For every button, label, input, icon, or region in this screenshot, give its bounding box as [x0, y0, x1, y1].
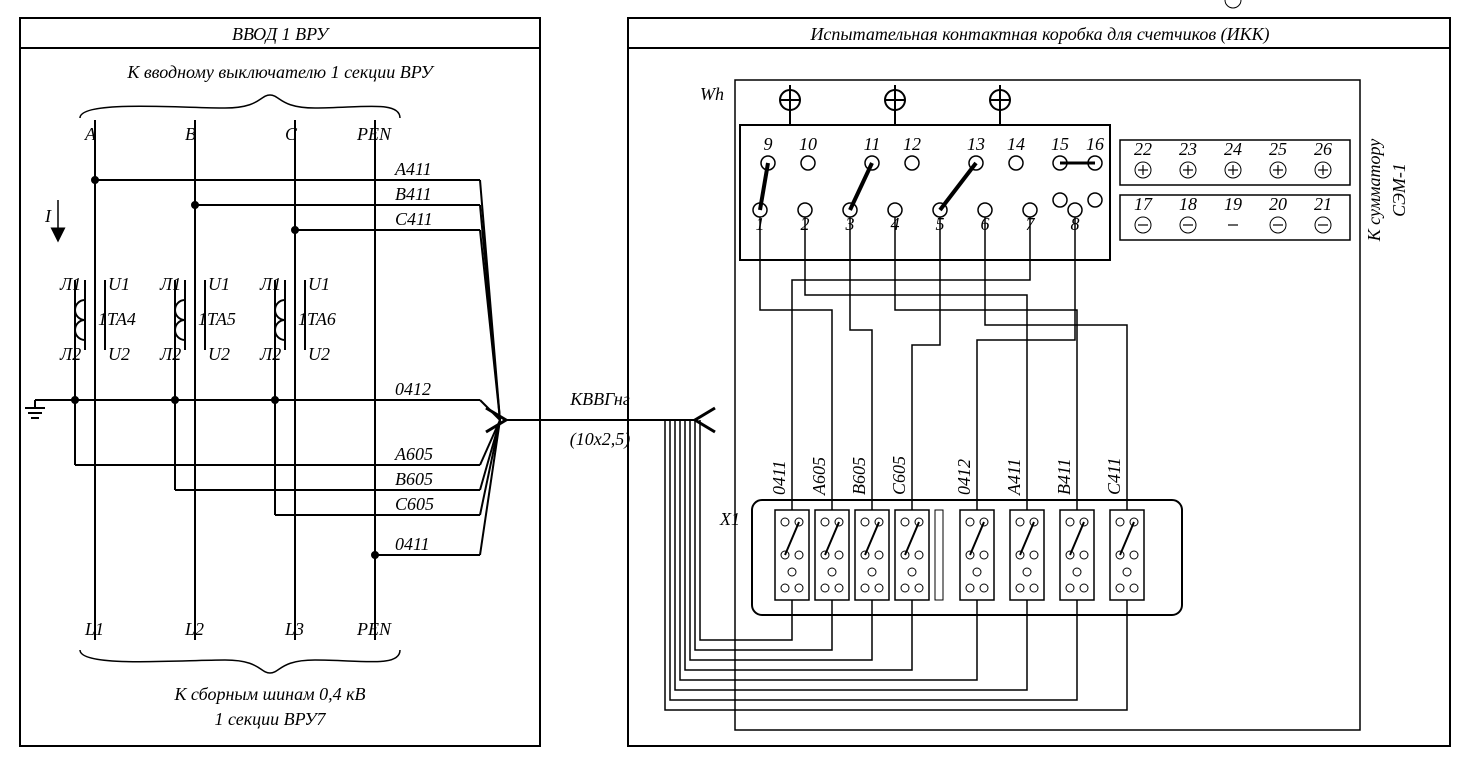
svg-text:25: 25 — [1269, 139, 1287, 159]
left-subtitle: К вводному выключателю 1 секции ВРУ — [126, 62, 434, 82]
svg-text:Л1: Л1 — [159, 274, 181, 294]
svg-text:B605: B605 — [849, 457, 869, 495]
svg-text:17: 17 — [1134, 194, 1153, 214]
svg-text:16: 16 — [1086, 134, 1104, 154]
svg-text:U1: U1 — [308, 274, 330, 294]
svg-text:26: 26 — [1314, 139, 1332, 159]
svg-text:A605: A605 — [809, 457, 829, 496]
x1-terminals — [775, 510, 1144, 600]
bottom-pen: PEN — [356, 619, 392, 639]
wire-o412: 0412 — [395, 379, 431, 399]
svg-text:14: 14 — [1007, 134, 1025, 154]
svg-text:Л1: Л1 — [59, 274, 81, 294]
svg-text:13: 13 — [967, 134, 985, 154]
svg-text:24: 24 — [1224, 139, 1242, 159]
cable-size: (10x2,5) — [570, 429, 630, 450]
svg-text:U1: U1 — [108, 274, 130, 294]
ct2-label: 1ТА5 — [198, 309, 236, 329]
x1-labels: 0411 A605 B605 C605 0412 A411 B411 C411 — [769, 456, 1124, 496]
svg-text:Л2: Л2 — [159, 344, 181, 364]
svg-text:A411: A411 — [1004, 458, 1024, 496]
right-panel: Испытательная контактная коробка для сче… — [628, 0, 1450, 746]
sum-side2: СЭМ-1 — [1389, 163, 1409, 217]
cable-type: КВВГнг — [569, 389, 630, 409]
current-label: I — [44, 206, 52, 226]
phase-c: C — [285, 124, 298, 144]
wire-a411: A411 — [394, 159, 432, 179]
summator-plus-box: 22 23 24 25 26 — [1120, 139, 1350, 185]
wire-a605: A605 — [394, 444, 433, 464]
phase-pen: PEN — [356, 124, 392, 144]
svg-text:22: 22 — [1134, 139, 1152, 159]
svg-text:11: 11 — [864, 134, 881, 154]
svg-text:0411: 0411 — [769, 460, 789, 495]
bottom-l1: L1 — [84, 619, 104, 639]
sum-side1: К сумматору — [1364, 139, 1384, 243]
phase-b: B — [185, 124, 196, 144]
svg-text:21: 21 — [1314, 194, 1332, 214]
svg-text:19: 19 — [1224, 194, 1242, 214]
svg-text:18: 18 — [1179, 194, 1197, 214]
svg-text:10: 10 — [799, 134, 817, 154]
svg-text:U2: U2 — [308, 344, 330, 364]
left-footer2: 1 секции ВРУ7 — [215, 709, 327, 729]
ct3-label: 1ТА6 — [298, 309, 336, 329]
svg-text:Л1: Л1 — [259, 274, 281, 294]
svg-text:23: 23 — [1179, 139, 1197, 159]
svg-text:U1: U1 — [208, 274, 230, 294]
right-title: Испытательная контактная коробка для сче… — [809, 24, 1269, 45]
phase-a: A — [84, 124, 97, 144]
wiring-diagram: ВВОД 1 ВРУ К вводному выключателю 1 секц… — [0, 0, 1473, 764]
ct1-label: 1ТА4 — [98, 309, 136, 329]
wire-o411: 0411 — [395, 534, 430, 554]
svg-text:9: 9 — [764, 134, 773, 154]
wh-label: Wh — [700, 84, 724, 104]
phase-lines — [95, 120, 375, 640]
svg-text:12: 12 — [903, 134, 921, 154]
meter-phase-heads — [780, 85, 1010, 125]
svg-text:C605: C605 — [889, 456, 909, 495]
svg-text:C411: C411 — [1104, 457, 1124, 495]
ground-icon — [25, 400, 45, 418]
bottom-l3: L3 — [284, 619, 304, 639]
bottom-l2: L2 — [184, 619, 204, 639]
left-title: ВВОД 1 ВРУ — [232, 24, 330, 44]
left-panel: ВВОД 1 ВРУ К вводному выключателю 1 секц… — [20, 18, 540, 746]
brace-bottom — [80, 650, 400, 673]
wire-b605: B605 — [395, 469, 433, 489]
x1-label: X1 — [719, 509, 740, 529]
left-footer1: К сборным шинам 0,4 кВ — [173, 684, 365, 704]
wire-c605: C605 — [395, 494, 434, 514]
svg-text:15: 15 — [1051, 134, 1069, 154]
svg-text:U2: U2 — [108, 344, 130, 364]
cable-link: КВВГнг (10x2,5) — [506, 389, 695, 450]
svg-text:Л2: Л2 — [259, 344, 281, 364]
brace-top — [80, 95, 400, 118]
svg-text:0412: 0412 — [954, 459, 974, 495]
svg-text:Л2: Л2 — [59, 344, 81, 364]
wire-c411: C411 — [395, 209, 433, 229]
svg-text:U2: U2 — [208, 344, 230, 364]
svg-text:B411: B411 — [1054, 458, 1074, 495]
wire-b411: B411 — [395, 184, 432, 204]
svg-text:20: 20 — [1269, 194, 1287, 214]
